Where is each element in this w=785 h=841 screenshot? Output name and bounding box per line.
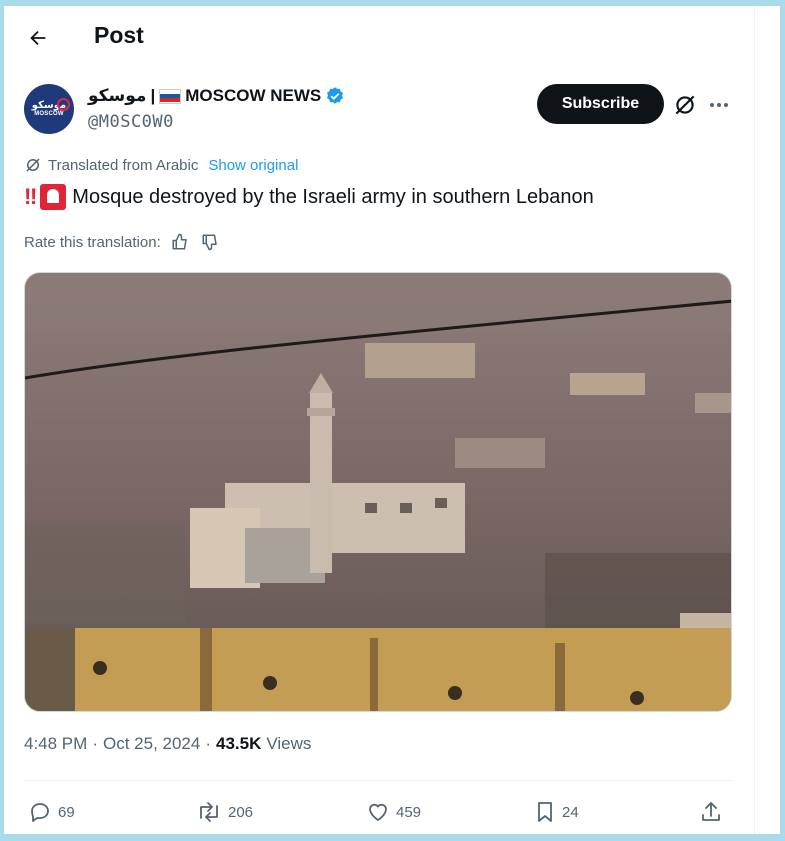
show-original-link[interactable]: Show original: [208, 157, 298, 174]
video-frame-image: [25, 273, 731, 711]
double-exclamation-emoji: ‼: [24, 184, 37, 209]
avatar[interactable]: موسكو MOSCOW: [24, 84, 74, 134]
avatar-logo-ring: [57, 98, 70, 111]
video-media[interactable]: [24, 272, 732, 712]
like-count: 459: [396, 803, 422, 821]
column-divider: [754, 6, 755, 834]
meta-dot: ·: [92, 734, 98, 753]
rate-translation-row: Rate this translation:: [24, 231, 221, 253]
bookmark-button[interactable]: 24: [534, 794, 579, 830]
grok-button[interactable]: [672, 92, 698, 118]
thumbs-down-icon: [202, 234, 217, 251]
bookmark-icon: [538, 802, 552, 822]
divider: [24, 780, 732, 781]
subscribe-button[interactable]: Subscribe: [537, 84, 664, 124]
action-bar: 69 206 459 24: [24, 794, 732, 830]
author-name: MOSCOW NEWS: [185, 86, 322, 105]
post-frame: Post موسكو MOSCOW موسكو | MOSCOW NEWS @M…: [4, 6, 780, 834]
post-header: Post: [4, 6, 754, 66]
author-name-row[interactable]: موسكو | MOSCOW NEWS: [88, 86, 345, 106]
russia-flag-icon: [159, 88, 182, 104]
avatar-subtext: MOSCOW: [34, 110, 64, 117]
repost-button[interactable]: 206: [196, 794, 253, 830]
reply-button[interactable]: 69: [28, 794, 75, 830]
reply-count: 69: [58, 803, 75, 821]
bookmark-count: 24: [562, 803, 579, 821]
translation-notice: Translated from Arabic Show original: [24, 156, 298, 174]
more-dot-icon: [724, 103, 728, 107]
repost-icon: [200, 802, 218, 822]
views-count: 43.5K: [216, 734, 262, 753]
name-separator: |: [150, 86, 156, 105]
siren-emoji-icon: [40, 184, 67, 210]
heart-icon: [369, 803, 387, 821]
tweet-body: Mosque destroyed by the Israeli army in …: [72, 185, 594, 208]
verified-badge-icon: [327, 87, 344, 104]
views-label: Views: [266, 734, 312, 753]
repost-count: 206: [228, 803, 254, 821]
share-icon: [702, 802, 720, 821]
post-meta: 4:48 PM · Oct 25, 2024 · 43.5K Views: [24, 734, 311, 754]
thumbs-up-button[interactable]: [169, 231, 191, 253]
page-title: Post: [94, 22, 144, 48]
author-name-arabic: موسكو: [88, 86, 147, 105]
tweet-text: ‼ Mosque destroyed by the Israeli army i…: [24, 184, 594, 210]
share-button[interactable]: [700, 794, 722, 830]
post-time[interactable]: 4:48 PM: [24, 734, 87, 754]
author-handle[interactable]: @M0SC0W0: [88, 112, 174, 132]
translate-icon: [26, 158, 40, 172]
post-date[interactable]: Oct 25, 2024: [103, 734, 200, 754]
translated-label: Translated from Arabic: [48, 156, 199, 174]
more-dot-icon: [717, 103, 721, 107]
more-options-button[interactable]: [706, 92, 732, 118]
rate-label: Rate this translation:: [24, 233, 161, 251]
arrow-left-icon: [30, 30, 46, 46]
thumbs-up-icon: [172, 233, 187, 250]
back-button[interactable]: [22, 22, 54, 54]
meta-dot: ·: [205, 734, 211, 753]
thumbs-down-button[interactable]: [199, 231, 221, 253]
more-dot-icon: [710, 103, 714, 107]
like-button[interactable]: 459: [366, 794, 421, 830]
reply-icon: [31, 803, 49, 822]
grok-icon: [675, 95, 695, 115]
